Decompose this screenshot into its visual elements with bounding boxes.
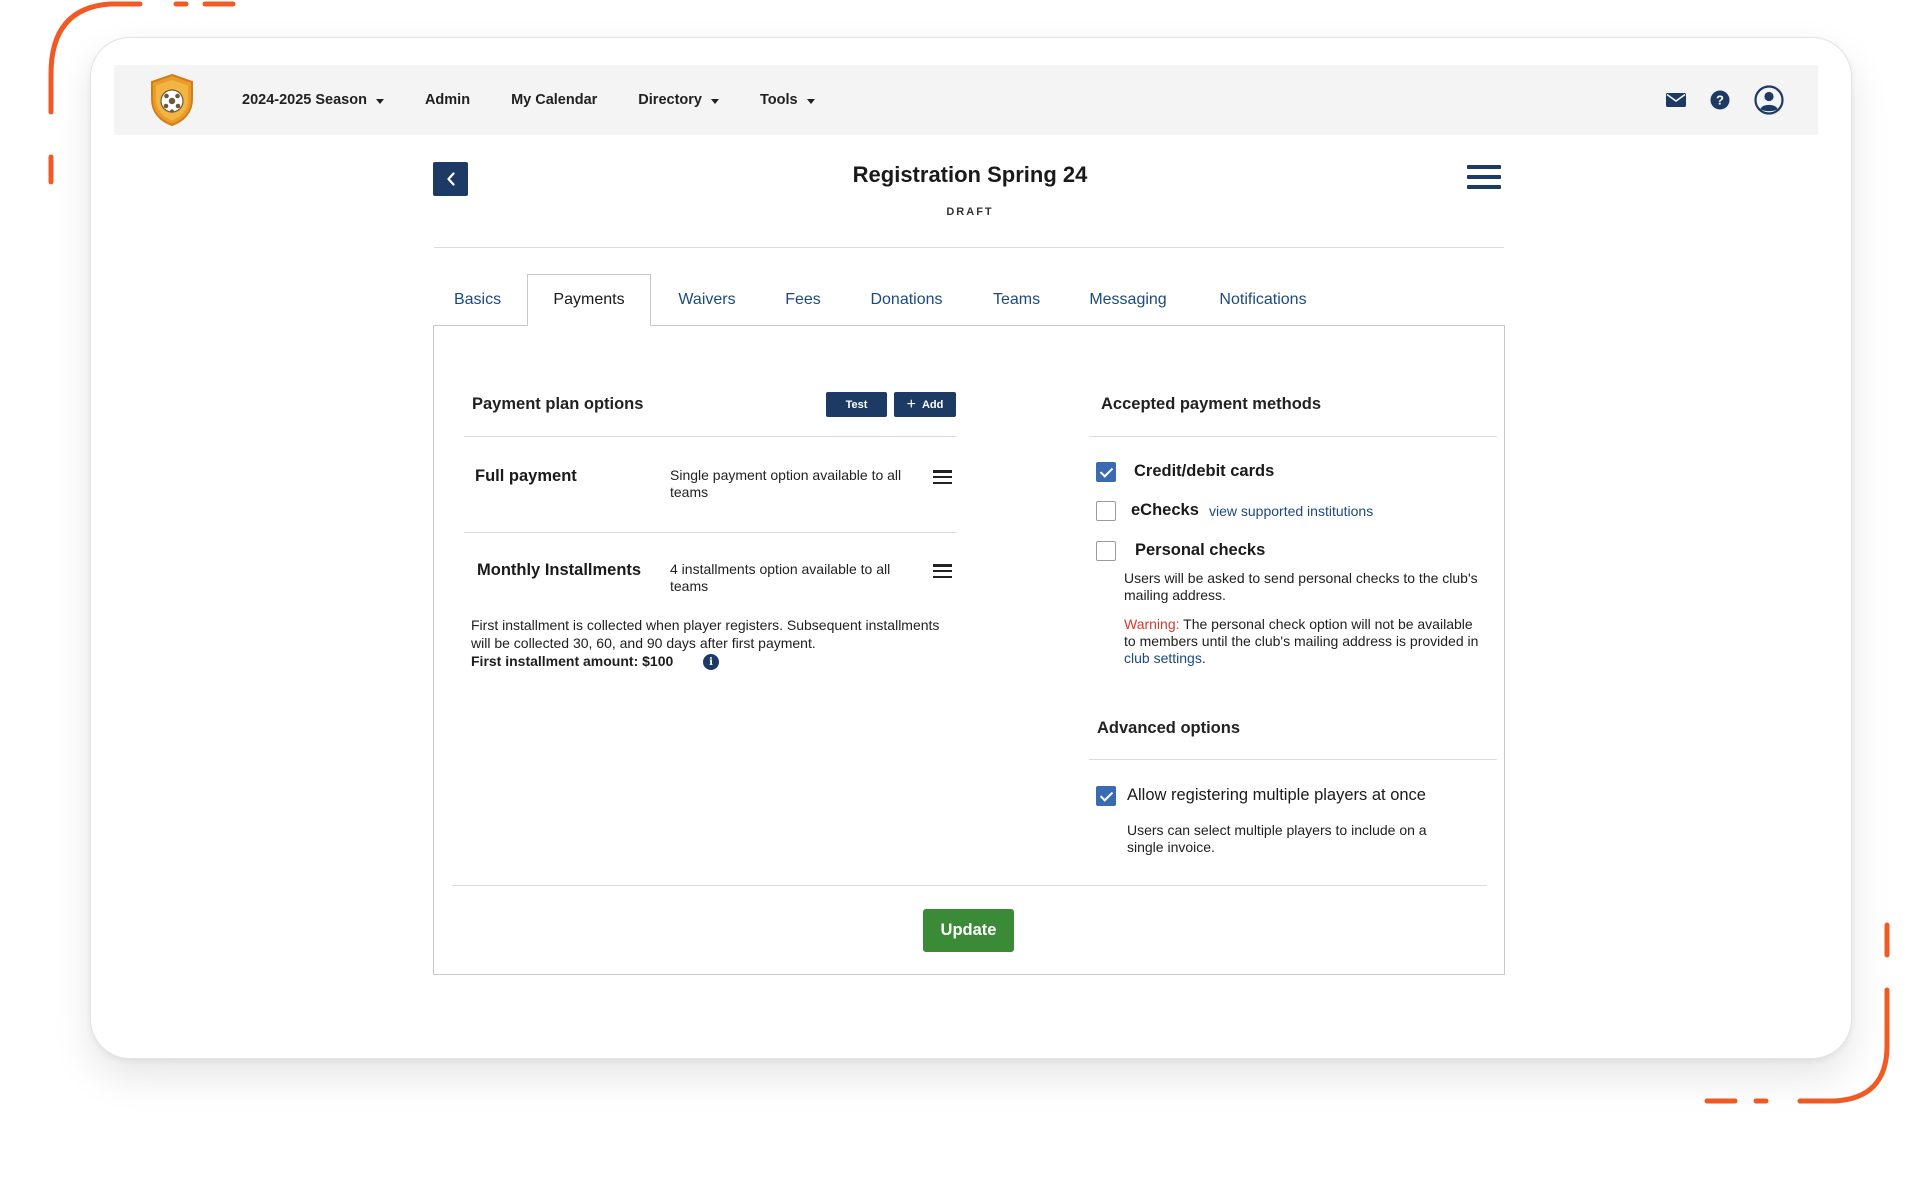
plan-row-menu-icon[interactable] [933,564,952,579]
divider [434,247,1504,248]
user-account-icon[interactable] [1754,85,1784,115]
status-badge: DRAFT [946,206,994,218]
top-navbar: 2024-2025 Season Admin My Calendar Direc… [114,65,1818,135]
page-title: Registration Spring 24 [852,162,1088,187]
divider [452,885,1487,886]
echecks-label: eChecks [1131,501,1199,519]
plus-icon: + [906,395,916,413]
divider [1089,759,1497,760]
nav-admin-label: Admin [424,92,471,108]
nav-my-calendar-label: My Calendar [511,92,598,108]
nav-my-calendar[interactable]: My Calendar [511,92,597,108]
installment-note: First installment is collected when play… [471,617,940,651]
first-installment-label: First installment amount: $100 [471,653,674,669]
credit-cards-label: Credit/debit cards [1134,462,1275,480]
plan-name-full-payment: Full payment [475,467,577,485]
nav-tools-label: Tools [759,92,798,108]
personal-checks-warning: Warning: The personal check option will … [1124,616,1484,667]
info-icon[interactable]: i [703,654,719,670]
plan-description-monthly-installments: 4 installments option available to all t… [670,561,891,594]
chevron-down-icon [710,98,719,104]
personal-checks-label: Personal checks [1135,541,1266,559]
warning-end: . [1201,650,1206,666]
nav-utility-icons: ? [1642,65,1784,135]
add-button-label: Add [921,398,944,411]
svg-text:?: ? [1716,93,1724,108]
tab-fees[interactable]: Fees [772,274,834,326]
page-menu-icon[interactable] [1467,165,1501,189]
plan-row-menu-icon[interactable] [933,470,952,485]
test-button[interactable]: Test [826,392,887,417]
tab-basics[interactable]: Basics [441,274,514,326]
tab-notifications[interactable]: Notifications [1202,274,1324,326]
nav-tools-dropdown[interactable]: Tools [760,92,815,108]
echecks-checkbox[interactable] [1096,501,1116,521]
club-shield-logo[interactable] [148,73,196,127]
accepted-payment-methods-title: Accepted payment methods [1101,395,1322,413]
plan-name-monthly-installments: Monthly Installments [477,561,642,579]
tab-waivers[interactable]: Waivers [665,274,749,326]
tab-teams[interactable]: Teams [979,274,1054,326]
divider [464,532,957,533]
mail-icon[interactable] [1666,93,1686,107]
warning-label: Warning: [1124,616,1180,632]
nav-directory-dropdown[interactable]: Directory [638,92,719,108]
personal-checks-checkbox[interactable] [1096,541,1116,561]
payment-plan-options-title: Payment plan options [472,395,644,413]
nav-directory-label: Directory [638,92,702,108]
update-button-label: Update [940,921,997,939]
advanced-options-title: Advanced options [1097,719,1241,737]
chevron-down-icon [375,98,384,104]
plan-description-full-payment: Single payment option available to all t… [670,467,902,500]
nav-admin[interactable]: Admin [425,92,470,108]
back-button[interactable] [433,162,468,196]
club-settings-link[interactable]: club settings [1124,650,1202,666]
multiple-players-checkbox[interactable] [1096,786,1116,806]
divider [1089,436,1497,437]
multiple-players-label: Allow registering multiple players at on… [1127,786,1426,804]
add-plan-button[interactable]: + Add [894,392,956,417]
divider [464,436,957,437]
help-icon[interactable]: ? [1710,90,1730,110]
nav-season-dropdown[interactable]: 2024-2025 Season [242,92,384,108]
credit-cards-checkbox[interactable] [1096,462,1116,482]
tab-messaging[interactable]: Messaging [1078,274,1178,326]
chevron-left-icon [446,172,455,186]
tab-donations[interactable]: Donations [859,274,954,326]
nav-season-label: 2024-2025 Season [242,92,367,108]
nav-menu: 2024-2025 Season Admin My Calendar Direc… [242,65,856,135]
chevron-down-icon [806,98,815,104]
multiple-players-note: Users can select multiple players to inc… [1127,822,1427,855]
tab-payments[interactable]: Payments [527,274,651,326]
personal-checks-note: Users will be asked to send personal che… [1124,570,1478,603]
update-button[interactable]: Update [923,909,1014,952]
view-supported-institutions-link[interactable]: view supported institutions [1209,503,1373,519]
test-button-label: Test [845,398,868,411]
first-installment-amount: First installment amount: $100 [471,652,673,670]
